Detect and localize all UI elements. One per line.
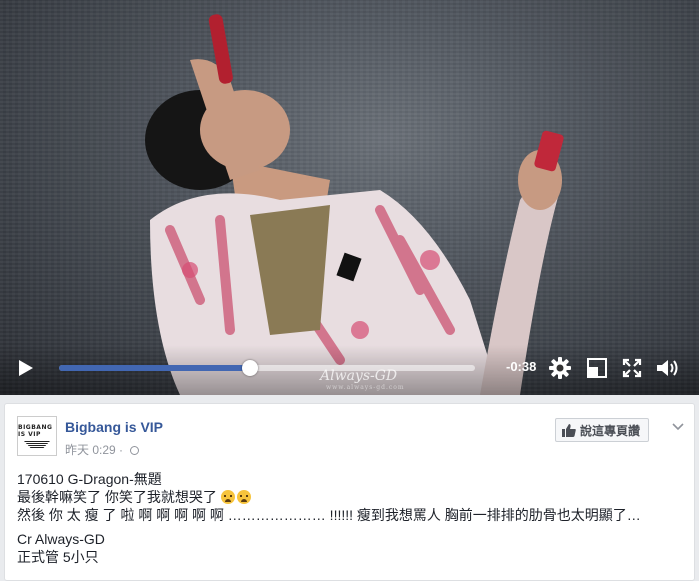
post-timestamp[interactable]: 昨天 0:29 <box>65 443 116 457</box>
chevron-down-icon[interactable] <box>672 420 684 432</box>
thumbs-up-icon <box>562 423 576 437</box>
jacket-pattern-dot <box>351 321 369 339</box>
progress-track[interactable] <box>59 360 475 376</box>
fullscreen-icon[interactable] <box>622 358 642 378</box>
avatar-wings-icon <box>24 441 50 448</box>
progress-fill <box>59 365 250 371</box>
second-microphone-icon <box>534 130 564 172</box>
post-line-2-text: 最後幹嘛笑了 你笑了我就想哭了 <box>17 489 217 505</box>
post-meta: 昨天 0:29 · <box>65 441 140 458</box>
post-body: 170610 G-Dragon-無題 最後幹嘛笑了 你笑了我就想哭了 然後 你 … <box>17 470 685 566</box>
volume-icon[interactable] <box>656 358 680 378</box>
like-page-button[interactable]: 說這專頁讚 <box>555 418 650 442</box>
time-remaining: -0:38 <box>506 359 537 374</box>
meta-dot: · <box>119 443 124 457</box>
page-name-link[interactable]: Bigbang is VIP <box>65 419 163 435</box>
jacket-pattern-dot <box>182 262 198 278</box>
credit-line-1: Cr Always-GD <box>17 531 105 547</box>
crying-emoji-icon <box>236 490 251 504</box>
post-line-1: 170610 G-Dragon-無題 <box>17 471 162 487</box>
globe-icon <box>130 446 140 455</box>
page-avatar[interactable]: BIGBANG IS VIP <box>17 416 57 456</box>
credit-line-2: 正式管 5小只 <box>17 549 99 565</box>
picture-in-picture-icon[interactable] <box>587 358 607 378</box>
post-line-2: 最後幹嘛笑了 你笑了我就想哭了 <box>17 488 685 506</box>
settings-gear-icon[interactable] <box>549 357 571 379</box>
video-watermark: Always-GD www.always-gd.com <box>320 368 405 391</box>
video-frame <box>145 14 564 395</box>
avatar-logo-text: BIGBANG IS VIP <box>18 424 53 438</box>
play-icon[interactable] <box>18 359 34 377</box>
video-player[interactable]: Always-GD www.always-gd.com -0:38 <box>0 0 699 395</box>
jacket-pattern-dot <box>420 250 440 270</box>
like-page-label: 說這專頁讚 <box>580 423 641 438</box>
post-card: BIGBANG IS VIP Bigbang is VIP 昨天 0:29 · … <box>4 403 695 581</box>
post-line-3: 然後 你 太 瘦 了 啦 啊 啊 啊 啊 啊 ………………… !!!!!! 瘦到… <box>17 507 641 523</box>
crying-emoji-icon <box>220 490 235 504</box>
progress-handle[interactable] <box>242 360 258 376</box>
